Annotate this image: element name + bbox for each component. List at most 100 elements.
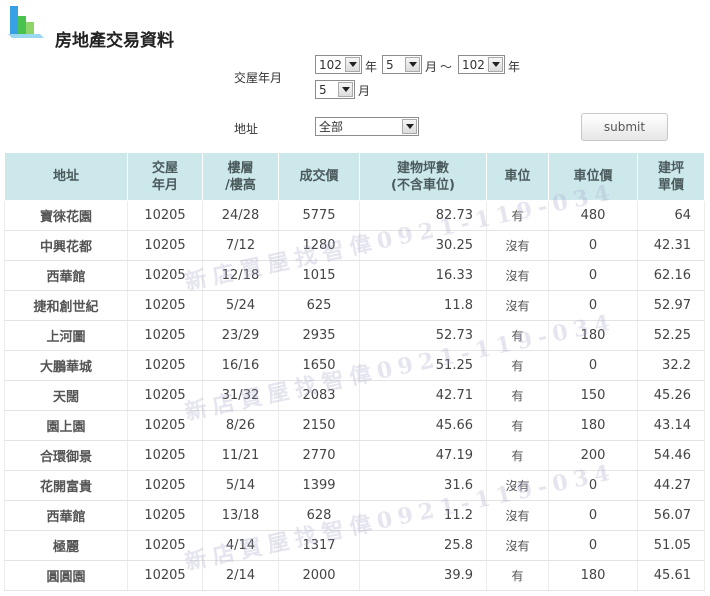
from-month-select[interactable]: 5 — [382, 55, 422, 74]
range-separator: ～ — [440, 60, 453, 74]
table-row: 天闊 10205 31/32 2083 42.71 有 150 45.26 — [4, 380, 705, 411]
price-cell: 625 — [278, 290, 360, 321]
price-cell: 1317 — [278, 530, 360, 561]
year-unit: 年 — [508, 60, 521, 74]
area-cell: 51.25 — [359, 350, 487, 381]
to-month-select[interactable]: 5 — [315, 80, 355, 99]
area-cell: 82.73 — [359, 200, 487, 231]
price-cell: 2150 — [278, 410, 360, 441]
parking-cell: 有 — [486, 440, 549, 471]
table-row: 中興花都 10205 7/12 1280 30.25 沒有 0 42.31 — [4, 230, 705, 261]
column-header-address: 地址 — [4, 152, 128, 201]
bar-chart-icon — [6, 4, 46, 38]
parking-price-cell: 150 — [548, 380, 638, 411]
price-cell: 2000 — [278, 560, 360, 591]
parking-cell: 有 — [486, 200, 549, 231]
address-cell: 天闊 — [4, 380, 128, 411]
area-cell: 30.25 — [359, 230, 487, 261]
parking-cell: 沒有 — [486, 470, 549, 501]
area-cell: 47.19 — [359, 440, 487, 471]
unit-price-cell: 45.61 — [637, 560, 705, 591]
to-year-select[interactable]: 102 — [458, 55, 505, 74]
floor-cell: 8/26 — [202, 410, 279, 441]
table-row: 花開富貴 10205 5/14 1399 31.6 沒有 0 44.27 — [4, 470, 705, 501]
unit-price-cell: 56.07 — [637, 500, 705, 531]
date-cell: 10205 — [127, 230, 203, 261]
floor-cell: 5/24 — [202, 290, 279, 321]
parking-price-cell: 0 — [548, 350, 638, 381]
floor-cell: 11/21 — [202, 440, 279, 471]
parking-price-cell: 180 — [548, 410, 638, 441]
column-header-unit-price: 建坪 單價 — [637, 152, 705, 201]
parking-cell: 有 — [486, 560, 549, 591]
address-cell: 花開富貴 — [4, 470, 128, 501]
parking-price-cell: 0 — [548, 290, 638, 321]
table-row: 西華館 10205 12/18 1015 16.33 沒有 0 62.16 — [4, 260, 705, 291]
floor-cell: 7/12 — [202, 230, 279, 261]
table-row: 上河圖 10205 23/29 2935 52.73 有 180 52.25 — [4, 320, 705, 351]
table-row: 大鵬華城 10205 16/16 1650 51.25 有 0 32.2 — [4, 350, 705, 381]
address-select[interactable]: 全部 — [315, 117, 419, 136]
parking-price-cell: 180 — [548, 320, 638, 351]
floor-cell: 13/18 — [202, 500, 279, 531]
address-cell: 極麗 — [4, 530, 128, 561]
month-unit: 月 — [358, 84, 371, 98]
area-cell: 16.33 — [359, 260, 487, 291]
date-cell: 10205 — [127, 290, 203, 321]
area-cell: 25.8 — [359, 530, 487, 561]
parking-cell: 有 — [486, 320, 549, 351]
date-cell: 10205 — [127, 440, 203, 471]
price-cell: 2083 — [278, 380, 360, 411]
price-cell: 1399 — [278, 470, 360, 501]
floor-cell: 31/32 — [202, 380, 279, 411]
price-cell: 2770 — [278, 440, 360, 471]
from-year-value: 102 — [319, 57, 342, 72]
parking-cell: 有 — [486, 380, 549, 411]
date-cell: 10205 — [127, 500, 203, 531]
transactions-table: 地址 交屋 年月 樓層/樓高 成交價 建物坪數 (不含車位) 車位 車位價 建坪 單價 寶徠花園 10… — [4, 152, 705, 591]
price-cell: 1280 — [278, 230, 360, 261]
address-cell: 西華館 — [4, 500, 128, 531]
to-year-value: 102 — [462, 57, 485, 72]
table-row: 西華館 10205 13/18 628 11.2 沒有 0 56.07 — [4, 500, 705, 531]
address-cell: 捷和創世紀 — [4, 290, 128, 321]
price-cell: 1015 — [278, 260, 360, 291]
column-header-date: 交屋 年月 — [127, 152, 203, 201]
unit-price-cell: 51.05 — [637, 530, 705, 561]
chevron-down-icon — [338, 82, 353, 97]
chevron-down-icon — [345, 57, 360, 72]
table-row: 合環御景 10205 11/21 2770 47.19 有 200 54.46 — [4, 440, 705, 471]
unit-price-cell: 45.26 — [637, 380, 705, 411]
area-cell: 31.6 — [359, 470, 487, 501]
parking-price-cell: 180 — [548, 560, 638, 591]
column-header-parking-price: 車位價 — [548, 152, 638, 201]
from-year-select[interactable]: 102 — [315, 55, 362, 74]
table-row: 極麗 10205 4/14 1317 25.8 沒有 0 51.05 — [4, 530, 705, 561]
area-cell: 11.8 — [359, 290, 487, 321]
price-cell: 2935 — [278, 320, 360, 351]
submit-button[interactable]: submit — [581, 113, 668, 141]
floor-cell: 12/18 — [202, 260, 279, 291]
address-cell: 大鵬華城 — [4, 350, 128, 381]
area-cell: 45.66 — [359, 410, 487, 441]
parking-price-cell: 0 — [548, 530, 638, 561]
table-row: 捷和創世紀 10205 5/24 625 11.8 沒有 0 52.97 — [4, 290, 705, 321]
address-cell: 寶徠花園 — [4, 200, 128, 231]
unit-price-cell: 43.14 — [637, 410, 705, 441]
month-unit: 月 — [425, 60, 438, 74]
parking-cell: 沒有 — [486, 230, 549, 261]
column-header-floor: 樓層/樓高 — [202, 152, 279, 201]
parking-price-cell: 0 — [548, 260, 638, 291]
date-cell: 10205 — [127, 410, 203, 441]
year-unit: 年 — [365, 60, 378, 74]
price-cell: 628 — [278, 500, 360, 531]
area-cell: 39.9 — [359, 560, 487, 591]
parking-price-cell: 0 — [548, 470, 638, 501]
date-cell: 10205 — [127, 530, 203, 561]
parking-cell: 有 — [486, 350, 549, 381]
date-cell: 10205 — [127, 470, 203, 501]
parking-price-cell: 200 — [548, 440, 638, 471]
address-label: 地址 — [234, 122, 259, 136]
from-month-value: 5 — [386, 57, 394, 72]
unit-price-cell: 42.31 — [637, 230, 705, 261]
